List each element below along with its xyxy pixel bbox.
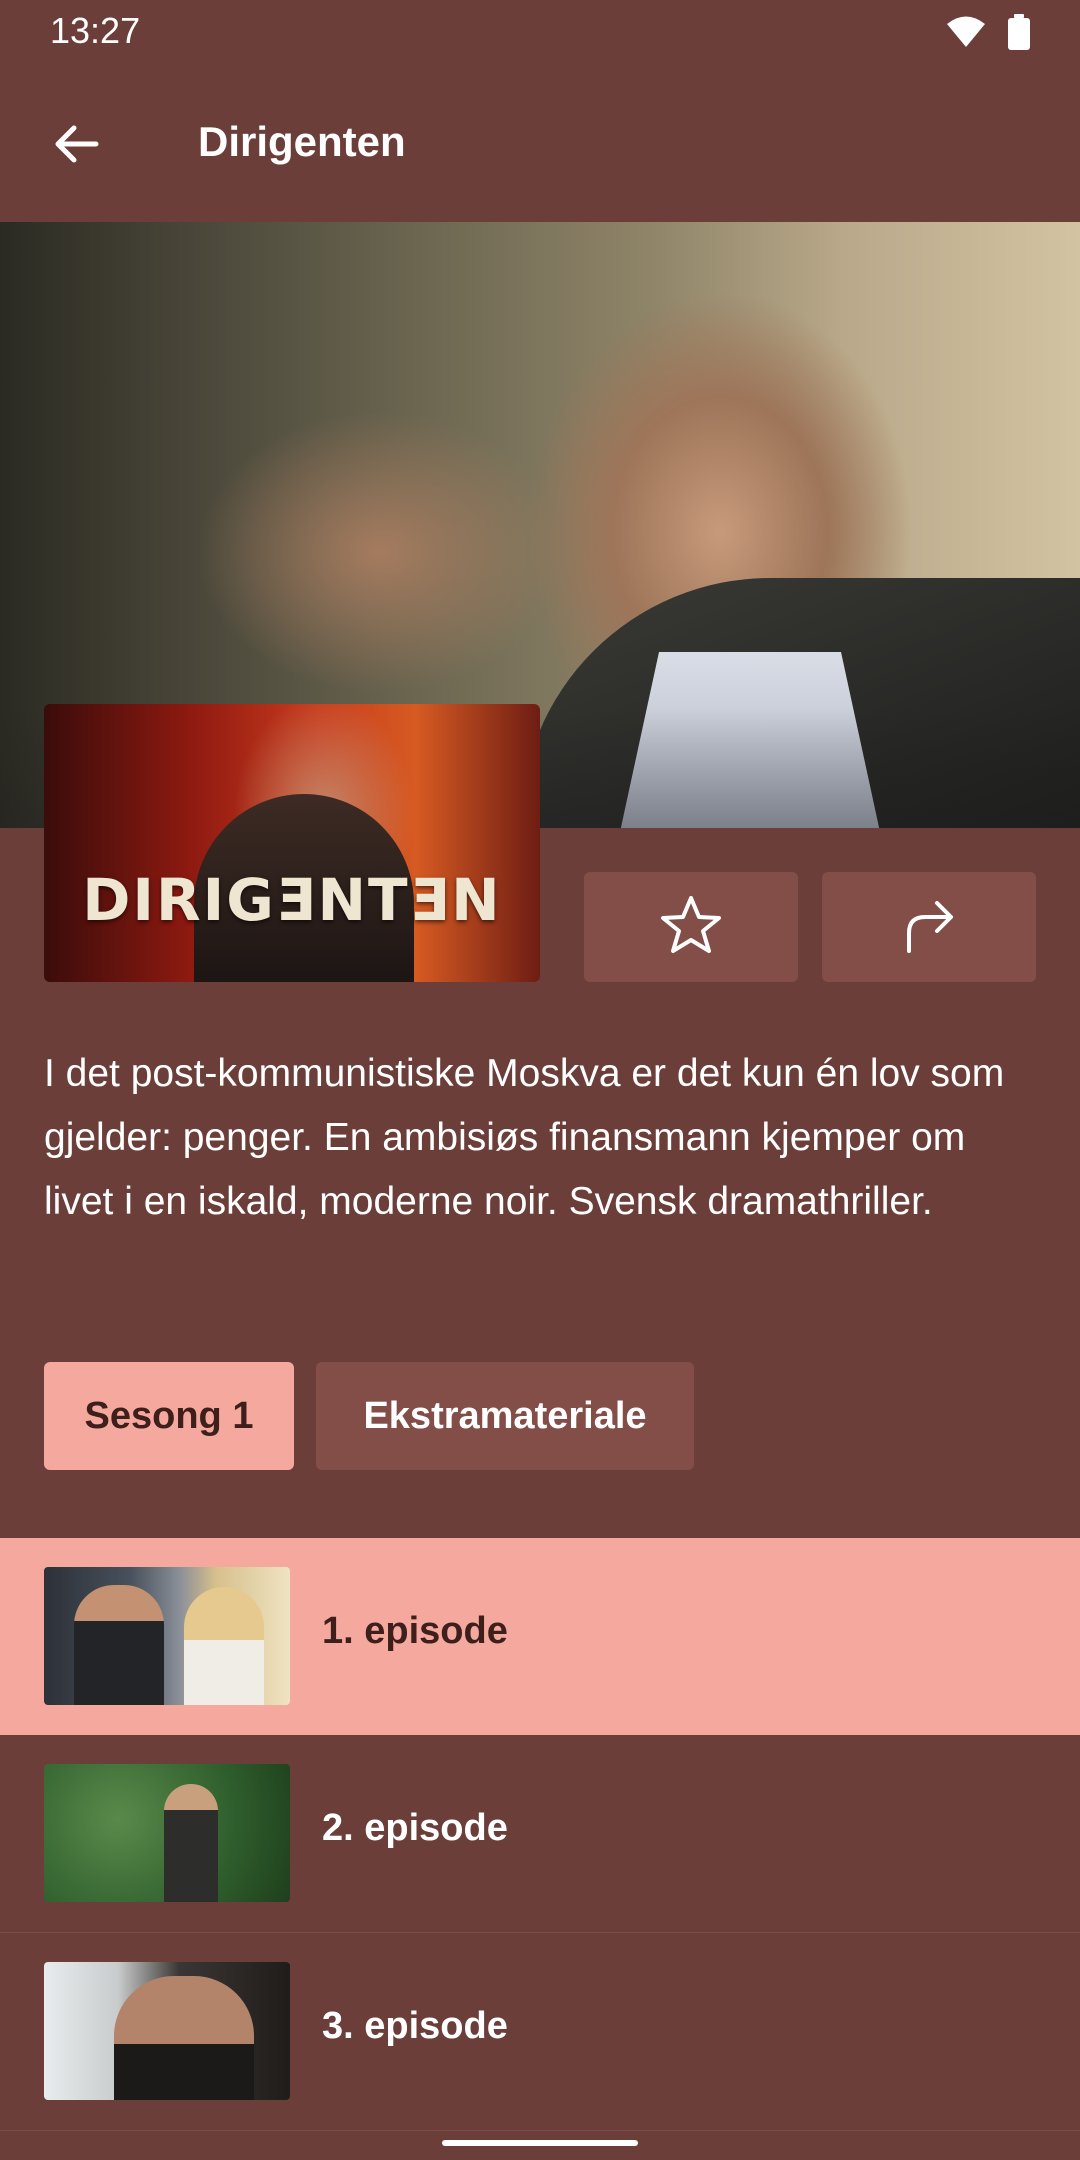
hero-collar-shape <box>620 652 880 828</box>
episode-thumbnail <box>44 1764 290 1902</box>
star-outline-icon <box>659 894 723 961</box>
poster-title: DIRIGƎNTƎN <box>82 866 502 934</box>
page-title: Dirigenten <box>198 118 406 165</box>
series-poster: DIRIGƎNTƎN <box>44 704 540 982</box>
status-time: 13:27 <box>50 10 141 51</box>
series-description: I det post-kommunistiske Moskva er det k… <box>44 1052 1005 1223</box>
thumbnail-figure <box>184 1587 264 1705</box>
back-button[interactable] <box>40 110 112 182</box>
thumbnail-figure <box>114 1976 254 2100</box>
arrow-left-icon <box>52 124 100 169</box>
episode-row-1[interactable]: 1. episode <box>0 1538 1080 1735</box>
episode-title: 1. episode <box>322 1610 508 1652</box>
wifi-icon <box>946 15 986 54</box>
favorite-button[interactable] <box>584 872 798 982</box>
episode-title: 2. episode <box>322 1807 508 1849</box>
episode-thumbnail <box>44 1567 290 1705</box>
share-arrow-icon <box>901 895 957 960</box>
app-bar: Dirigenten <box>0 66 1080 222</box>
tab-season-1[interactable]: Sesong 1 <box>44 1362 294 1470</box>
season-tabs: Sesong 1 Ekstramateriale <box>44 1362 694 1470</box>
status-icons <box>946 14 1030 55</box>
episode-row-2[interactable]: 2. episode <box>0 1735 1080 1933</box>
episode-title: 3. episode <box>322 2005 508 2047</box>
thumbnail-figure <box>164 1784 218 1902</box>
thumbnail-figure <box>74 1585 164 1705</box>
episode-thumbnail <box>44 1962 290 2100</box>
episode-list: 1. episode 2. episode 3. episode <box>0 1538 1080 2131</box>
episode-row-3[interactable]: 3. episode <box>0 1933 1080 2131</box>
home-indicator[interactable] <box>442 2140 638 2146</box>
share-button[interactable] <box>822 872 1036 982</box>
battery-icon <box>1008 14 1030 55</box>
status-bar: 13:27 <box>0 0 1080 66</box>
tab-extras[interactable]: Ekstramateriale <box>316 1362 694 1470</box>
